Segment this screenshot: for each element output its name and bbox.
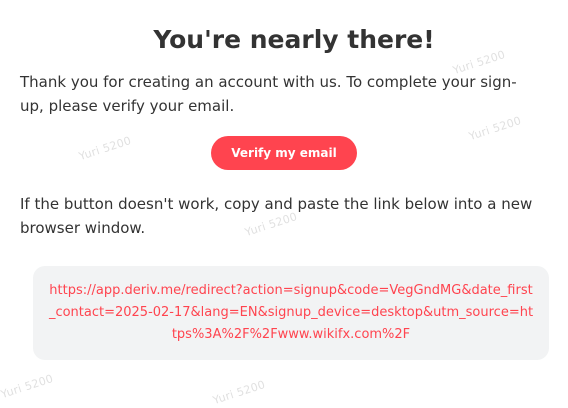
verify-email-button[interactable]: Verify my email [211,136,357,170]
watermark: Yuri 5200 [211,377,267,408]
verify-button-container: Verify my email [0,136,568,170]
email-page: Yuri 5200 Yuri 5200 Yuri 5200 Yuri 5200 … [0,0,568,408]
email-content: You're nearly there! Thank you for creat… [20,0,568,360]
verification-link[interactable]: https://app.deriv.me/redirect?action=sig… [47,280,535,346]
email-title: You're nearly there! [153,25,435,54]
fallback-instructions: If the button doesn't work, copy and pas… [20,195,533,237]
intro-text: Thank you for creating an account with u… [20,73,517,115]
watermark: Yuri 5200 [0,371,55,402]
verification-link-box: https://app.deriv.me/redirect?action=sig… [33,266,549,360]
